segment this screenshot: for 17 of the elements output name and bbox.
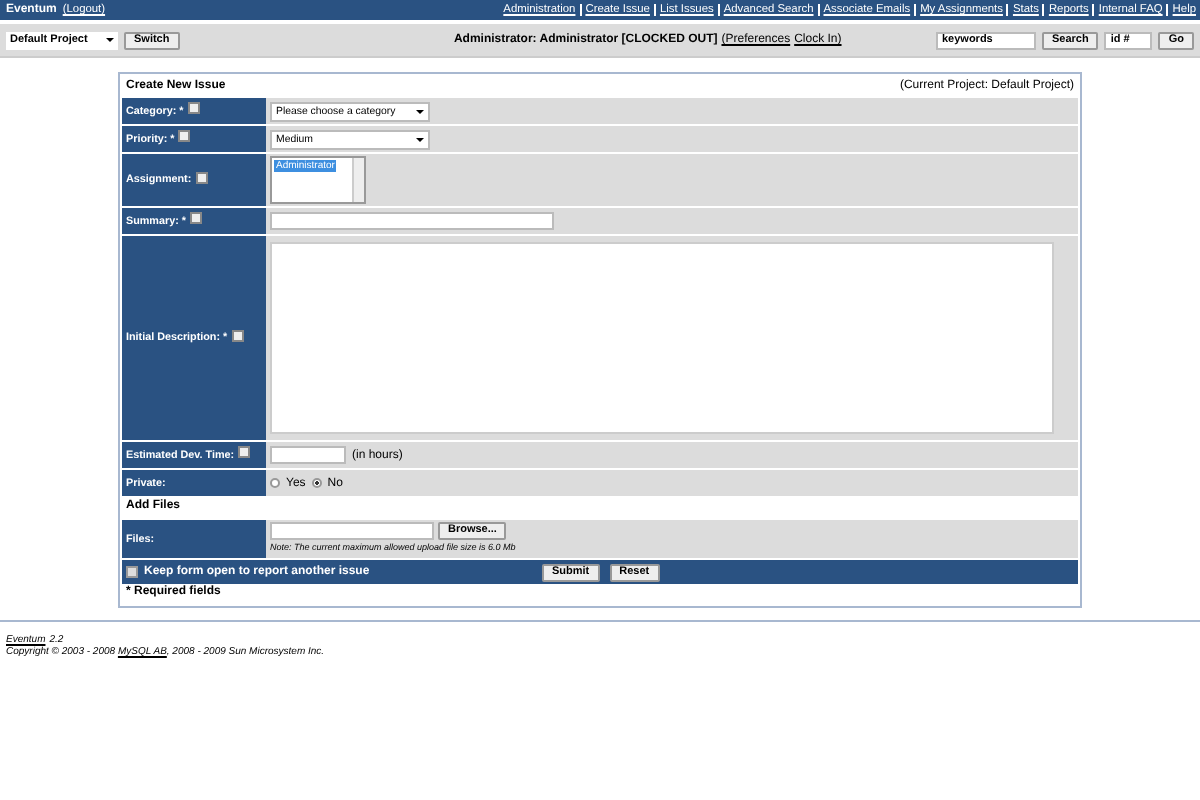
hours-field[interactable] [270,446,346,464]
caret-icon [106,38,114,42]
help-icon[interactable] [189,212,202,224]
help-icon[interactable] [238,446,251,458]
help-icon[interactable] [231,329,244,341]
help-icon[interactable] [195,171,208,183]
caret-icon [416,109,424,113]
file-field[interactable] [270,522,434,540]
radio-button[interactable] [270,478,280,488]
description-field[interactable] [270,242,1054,434]
summary-field[interactable] [270,212,554,230]
help-icon[interactable] [187,102,200,114]
radio-button[interactable] [311,478,322,488]
caret-icon [416,137,424,141]
scrollbar [352,158,364,202]
checkbox[interactable] [126,566,138,578]
help-icon[interactable] [178,130,191,142]
